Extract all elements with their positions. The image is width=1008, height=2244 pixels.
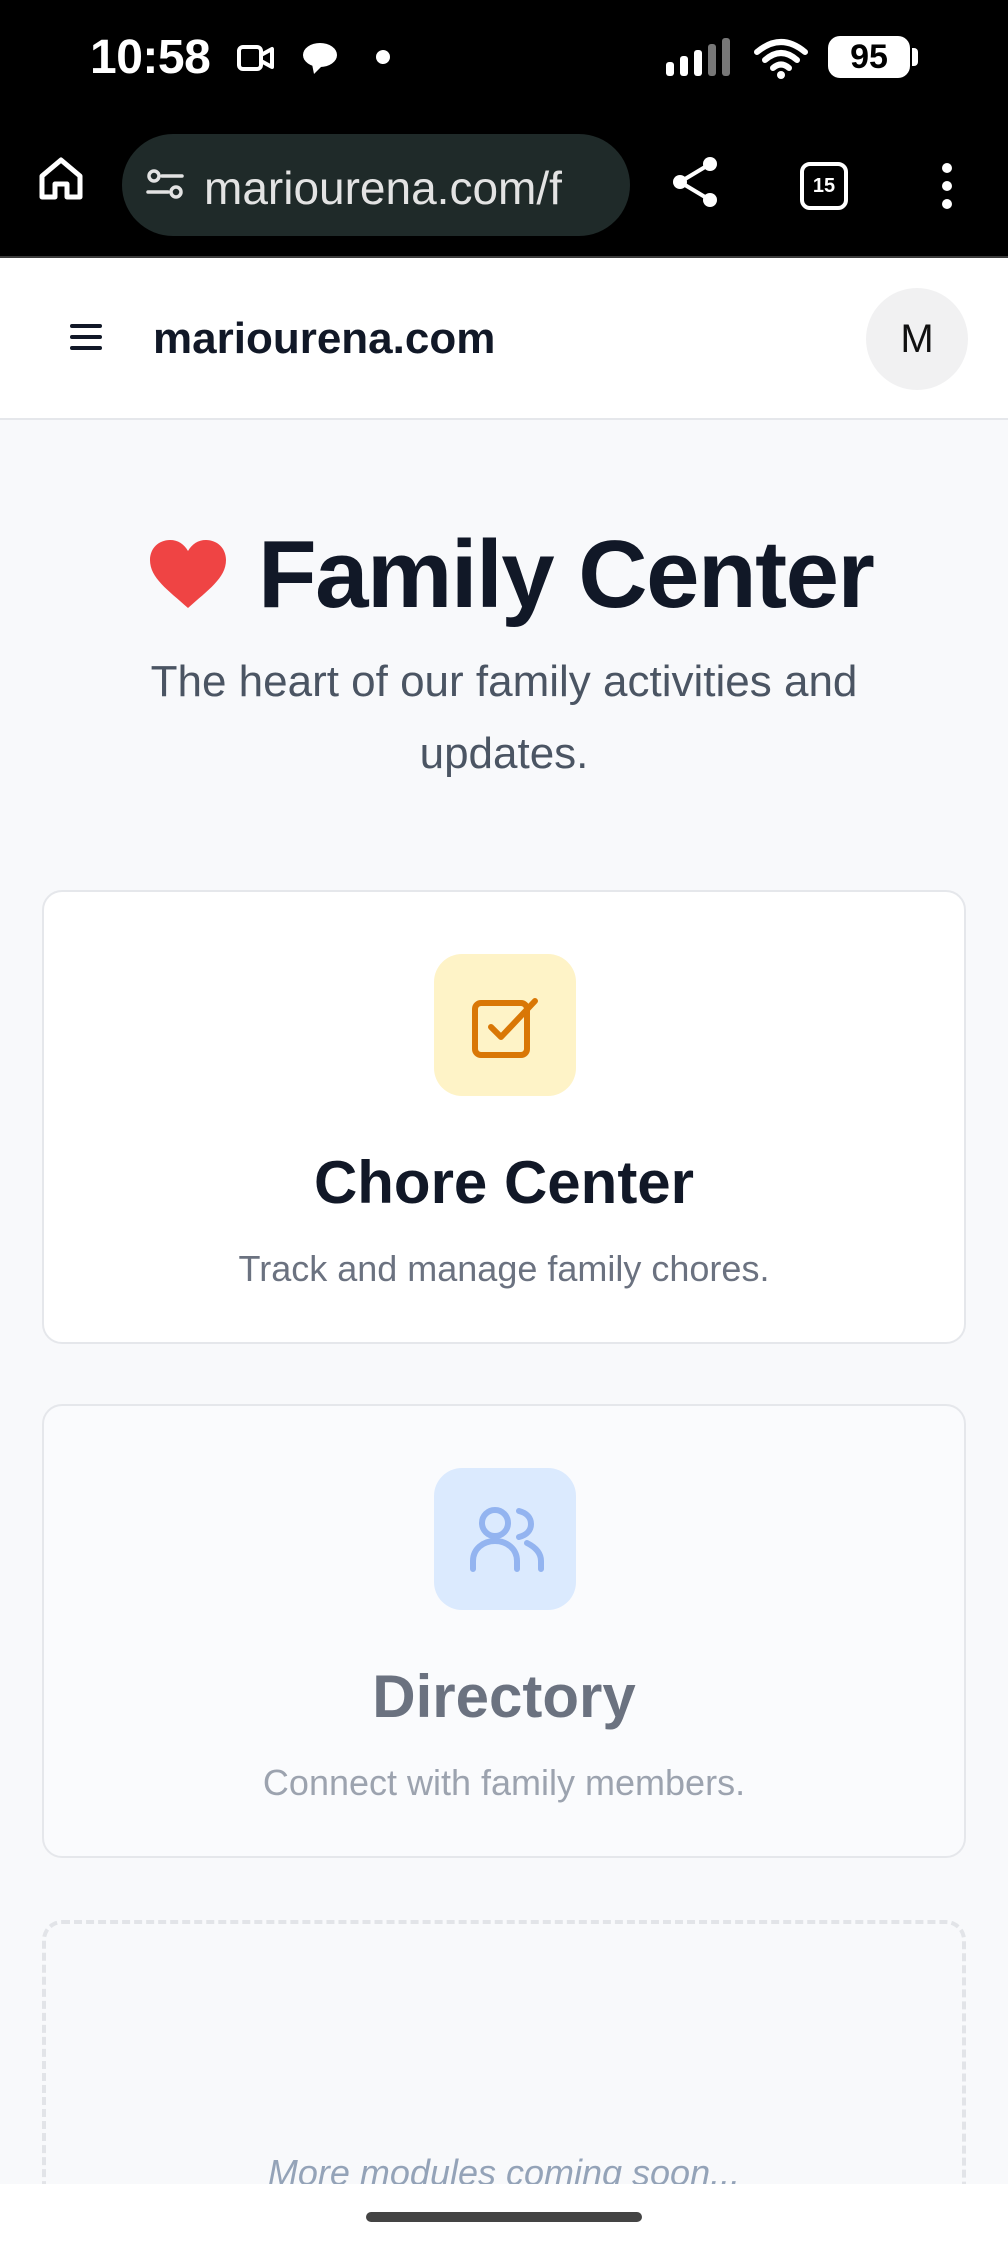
tabs-icon[interactable]: 15 bbox=[800, 162, 848, 210]
card-title: Chore Center bbox=[313, 1149, 695, 1216]
users-icon bbox=[470, 1507, 544, 1572]
card-title: Directory bbox=[372, 1663, 636, 1730]
card-description: Connect with family members. bbox=[262, 1762, 746, 1803]
site-settings-icon[interactable] bbox=[144, 164, 186, 211]
home-indicator[interactable] bbox=[366, 2212, 642, 2222]
site-header: mariourena.com M bbox=[0, 258, 1008, 420]
browser-toolbar: mariourena.com/f 15 bbox=[0, 116, 1008, 258]
address-bar[interactable]: mariourena.com/f bbox=[122, 134, 630, 236]
chat-bubble-icon bbox=[300, 40, 340, 81]
page-header: Family Center bbox=[0, 520, 1008, 640]
battery-icon: 95 bbox=[828, 36, 910, 78]
directory-icon-tile bbox=[434, 1468, 576, 1610]
signal-icon bbox=[664, 38, 736, 83]
chore-center-card[interactable]: Chore Center Track and manage family cho… bbox=[42, 890, 966, 1344]
video-camera-icon bbox=[236, 42, 276, 79]
hamburger-menu-icon[interactable] bbox=[70, 324, 102, 350]
status-bar: 10:58 95 bbox=[0, 0, 1008, 116]
page-title: Family Center bbox=[258, 521, 875, 628]
heart-icon bbox=[148, 538, 228, 615]
more-menu-icon[interactable] bbox=[940, 162, 954, 215]
home-icon[interactable] bbox=[36, 154, 86, 209]
url-text: mariourena.com/f bbox=[204, 162, 562, 214]
wifi-icon bbox=[754, 38, 808, 85]
system-nav-bar bbox=[0, 2184, 1008, 2244]
dot-icon bbox=[376, 50, 390, 69]
page-subtitle: The heart of our family activities and u… bbox=[150, 657, 858, 778]
status-time: 10:58 bbox=[90, 31, 211, 84]
checkbox-icon bbox=[472, 998, 538, 1058]
chore-icon-tile bbox=[434, 954, 576, 1096]
directory-card[interactable]: Directory Connect with family members. bbox=[42, 1404, 966, 1858]
avatar[interactable]: M bbox=[866, 288, 968, 390]
share-icon[interactable] bbox=[668, 154, 724, 215]
site-name[interactable]: mariourena.com bbox=[153, 314, 495, 364]
battery-tip bbox=[912, 48, 918, 66]
card-description: Track and manage family chores. bbox=[238, 1248, 770, 1289]
